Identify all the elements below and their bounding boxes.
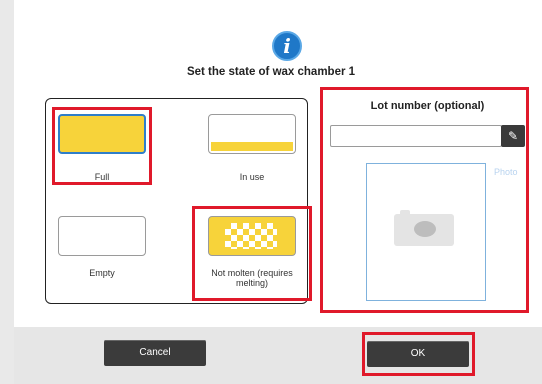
in-use-wax-level <box>211 142 293 151</box>
dialog-title: Set the state of wax chamber 1 <box>186 66 356 78</box>
camera-icon <box>394 210 454 246</box>
camera-lens <box>414 221 436 237</box>
highlight-full <box>52 107 152 185</box>
camera-bump <box>400 210 410 215</box>
lot-number-title: Lot number (optional) <box>370 100 485 112</box>
empty-state-swatch[interactable] <box>58 216 146 256</box>
lot-number-panel: Lot number (optional) ✎ Photo <box>320 87 529 313</box>
highlight-ok <box>362 332 475 376</box>
highlight-not-molten <box>192 206 312 301</box>
in-use-state-label: In use <box>239 172 265 182</box>
lot-number-input[interactable] <box>330 125 502 147</box>
cancel-button[interactable]: Cancel <box>104 340 206 366</box>
in-use-state-swatch[interactable] <box>208 114 296 154</box>
info-icon: i <box>272 31 302 61</box>
empty-state-label: Empty <box>89 268 115 278</box>
photo-area[interactable] <box>366 163 486 301</box>
pencil-icon[interactable]: ✎ <box>501 125 525 147</box>
photo-link[interactable]: Photo <box>494 167 518 177</box>
